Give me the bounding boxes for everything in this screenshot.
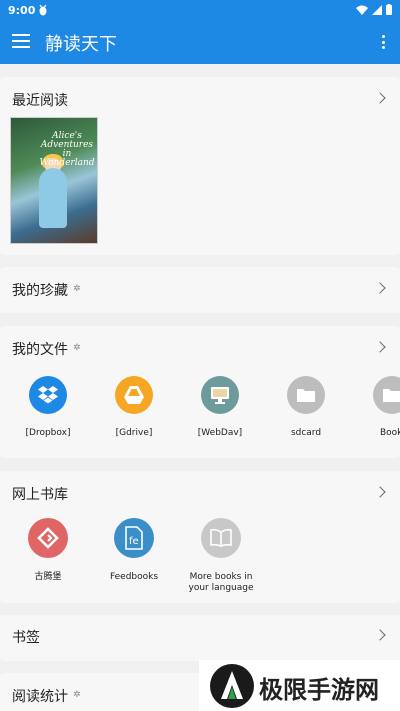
file-source-sdcard[interactable]: sdcard: [271, 376, 341, 439]
favorites-section[interactable]: 我的珍藏 ✲: [0, 267, 400, 313]
open-book-icon: [201, 518, 241, 558]
recent-reading-title: 最近阅读: [12, 93, 68, 109]
gutenberg-icon: [28, 518, 68, 558]
file-source-label: sdcard: [290, 428, 322, 438]
app-title: 静读天下: [45, 34, 117, 55]
gdrive-icon: [115, 376, 153, 414]
chevron-right-icon[interactable]: [374, 629, 386, 641]
library-label: Feedbooks: [109, 572, 159, 582]
dropbox-icon: [29, 376, 67, 414]
file-source-label: Book: [380, 428, 400, 438]
book-cover-title: Alice's Adventures in Wonderland: [39, 131, 95, 168]
webdav-computer-icon: [201, 376, 239, 414]
gear-icon[interactable]: ✲: [73, 284, 81, 294]
status-bar: 9:00: [0, 0, 400, 22]
more-options-icon[interactable]: [382, 35, 386, 49]
online-library-title: 网上书库: [12, 487, 68, 503]
watermark-logo: [209, 663, 255, 709]
folder-icon: [373, 376, 400, 414]
chevron-right-icon[interactable]: [374, 486, 386, 498]
file-source-book[interactable]: Book: [357, 376, 400, 439]
chevron-right-icon[interactable]: [374, 92, 386, 104]
library-label: More books in your language: [188, 572, 254, 593]
feedbooks-icon: fe: [114, 518, 154, 558]
watermark-text: 极限手游网: [259, 676, 379, 704]
watermark: 极限手游网: [199, 660, 400, 711]
library-more-books[interactable]: More books in your language: [181, 518, 261, 594]
chevron-right-icon[interactable]: [374, 341, 386, 353]
bookmarks-title: 书签: [12, 630, 40, 646]
file-source-label: [WebDav]: [197, 428, 243, 438]
status-time: 9:00: [8, 4, 36, 17]
folder-icon: [287, 376, 325, 414]
app-bar: 静读天下: [0, 22, 400, 64]
debug-bug-icon: [38, 4, 48, 19]
file-source-label: [Gdrive]: [115, 428, 153, 438]
wifi-icon: [356, 4, 368, 18]
gear-icon[interactable]: ✲: [73, 343, 81, 353]
favorites-title: 我的珍藏: [12, 283, 68, 299]
my-files-title: 我的文件: [12, 342, 68, 358]
library-gutenberg[interactable]: 古腾堡: [13, 518, 83, 583]
file-source-gdrive[interactable]: [Gdrive]: [99, 376, 169, 439]
battery-icon: [386, 4, 392, 18]
gear-icon[interactable]: ✲: [73, 690, 81, 700]
hamburger-menu-icon[interactable]: [12, 34, 30, 50]
reading-stats-title: 阅读统计: [12, 689, 68, 705]
file-source-dropbox[interactable]: [Dropbox]: [13, 376, 83, 439]
library-label: 古腾堡: [34, 572, 62, 582]
bookmarks-section[interactable]: 书签: [0, 615, 400, 661]
file-source-webdav[interactable]: [WebDav]: [185, 376, 255, 439]
chevron-right-icon[interactable]: [374, 282, 386, 294]
signal-icon: [372, 4, 382, 18]
book-cover[interactable]: Alice's Adventures in Wonderland: [10, 117, 98, 244]
file-source-label: [Dropbox]: [25, 428, 71, 438]
library-feedbooks[interactable]: fe Feedbooks: [99, 518, 169, 583]
svg-text:fe: fe: [129, 536, 139, 547]
